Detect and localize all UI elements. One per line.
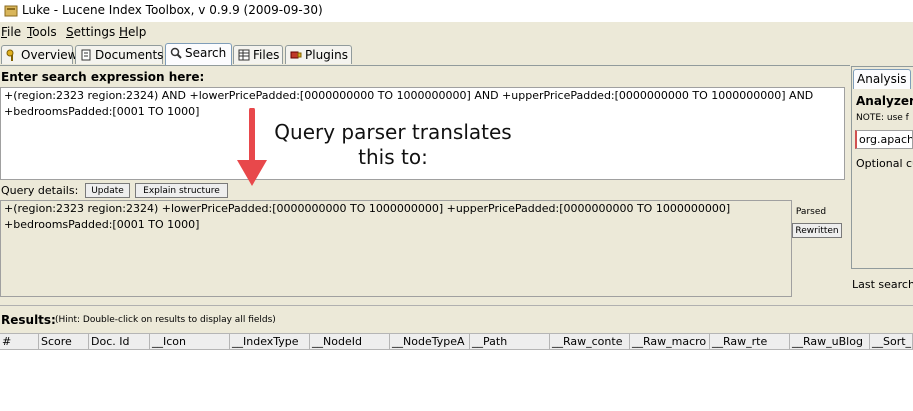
analyzer-note: NOTE: use f (856, 113, 909, 123)
search-expression-heading: Enter search expression here: (1, 70, 205, 84)
optional-label: Optional cu (856, 157, 913, 170)
tab-documents[interactable]: Documents (75, 45, 163, 64)
analyzer-select[interactable]: org.apach (855, 130, 913, 149)
results-divider (0, 305, 913, 306)
tab-analysis[interactable]: Analysis (853, 69, 911, 89)
update-button[interactable]: Update (85, 183, 130, 198)
column-header[interactable]: Doc. Id (89, 333, 150, 350)
column-header[interactable]: __IndexType (230, 333, 310, 350)
magnifier-icon (170, 47, 182, 59)
results-hint: (Hint: Double-click on results to displa… (55, 315, 276, 325)
explain-structure-button[interactable]: Explain structure (135, 183, 228, 198)
column-header[interactable]: # (0, 333, 39, 350)
tab-plugins[interactable]: Plugins (285, 45, 352, 64)
column-header[interactable]: __Raw_macro (630, 333, 710, 350)
menu-file[interactable]: File (1, 25, 21, 39)
rewritten-button[interactable]: Rewritten (792, 223, 842, 238)
menu-settings[interactable]: Settings (66, 25, 115, 39)
plugin-icon (290, 51, 302, 59)
query-details-label: Query details: (1, 184, 79, 197)
tab-strip: Overview Documents Search Files Plugins (0, 42, 913, 66)
document-icon (81, 49, 91, 61)
results-body[interactable] (0, 350, 913, 411)
tab-files[interactable]: Files (233, 45, 283, 64)
column-header[interactable]: Score (39, 333, 89, 350)
parsed-button[interactable]: Parsed (793, 204, 829, 219)
luke-app-icon (4, 5, 18, 17)
tab-search[interactable]: Search (165, 43, 232, 65)
analyzer-label: Analyzer to (856, 94, 913, 108)
tab-overview[interactable]: Overview (1, 45, 78, 64)
key-icon (6, 49, 14, 61)
column-header[interactable]: __NodeId (310, 333, 390, 350)
grid-icon (238, 49, 250, 61)
annotation-line-2: this to: (358, 145, 428, 169)
menu-help[interactable]: Help (119, 25, 146, 39)
menu-tools[interactable]: Tools (27, 25, 57, 39)
title-bar: Luke - Lucene Index Toolbox, v 0.9.9 (20… (0, 0, 913, 22)
results-label: Results: (1, 313, 56, 327)
column-header[interactable]: __Path (470, 333, 550, 350)
column-header[interactable]: __Raw_rte (710, 333, 790, 350)
annotation-line-1: Query parser translates (274, 120, 512, 144)
menu-bar: File Tools Settings Help (0, 22, 913, 42)
window-title: Luke - Lucene Index Toolbox, v 0.9.9 (20… (22, 3, 323, 17)
parsed-query-text[interactable]: +(region:2323 region:2324) +lowerPricePa… (0, 200, 792, 297)
column-header[interactable]: __Raw_conte (550, 333, 630, 350)
column-header[interactable]: __Sort_ (870, 333, 913, 350)
column-header[interactable]: __NodeTypeA (390, 333, 470, 350)
last-search-label: Last search (852, 278, 913, 291)
column-header[interactable]: __Icon (150, 333, 230, 350)
annotation-text: Query parser translates this to: (238, 120, 548, 170)
column-header[interactable]: __Raw_uBlog (790, 333, 870, 350)
